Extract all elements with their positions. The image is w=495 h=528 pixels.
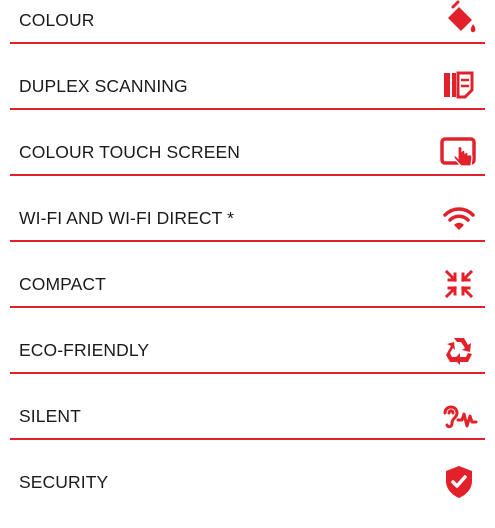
feature-label: SILENT: [19, 406, 81, 426]
paint-bucket-icon: [439, 0, 479, 38]
shield-check-icon: [439, 462, 479, 502]
feature-row-eco-friendly: ECO-FRIENDLY: [10, 330, 485, 396]
feature-row-silent: SILENT: [10, 396, 485, 462]
feature-row-security: SECURITY: [10, 462, 485, 528]
compact-arrows-icon: [439, 264, 479, 304]
feature-label: COLOUR TOUCH SCREEN: [19, 142, 241, 162]
feature-row-compact: COMPACT: [10, 264, 485, 330]
touch-screen-icon: [439, 132, 479, 172]
wifi-icon: [439, 198, 479, 238]
recycle-icon: [439, 330, 479, 370]
feature-row-colour: COLOUR: [10, 0, 485, 66]
feature-label: WI-FI AND WI-FI DIRECT *: [19, 208, 234, 228]
feature-label: COLOUR: [19, 10, 95, 30]
feature-label: COMPACT: [19, 274, 106, 294]
divider: [10, 174, 485, 176]
divider: [10, 438, 485, 440]
divider: [10, 306, 485, 308]
feature-row-duplex-scanning: DUPLEX SCANNING: [10, 66, 485, 132]
feature-list: COLOUR DUPLEX SCANNING COLOUR TOUCH SCRE…: [10, 0, 485, 504]
feature-label: DUPLEX SCANNING: [19, 76, 188, 96]
ear-soundwave-icon: [439, 396, 479, 436]
feature-row-colour-touch-screen: COLOUR TOUCH SCREEN: [10, 132, 485, 198]
feature-row-wifi: WI-FI AND WI-FI DIRECT *: [10, 198, 485, 264]
feature-label: ECO-FRIENDLY: [19, 340, 150, 360]
divider: [10, 240, 485, 242]
divider: [10, 42, 485, 44]
divider: [10, 108, 485, 110]
divider: [10, 372, 485, 374]
feature-label: SECURITY: [19, 472, 109, 492]
duplex-pages-icon: [439, 66, 479, 106]
